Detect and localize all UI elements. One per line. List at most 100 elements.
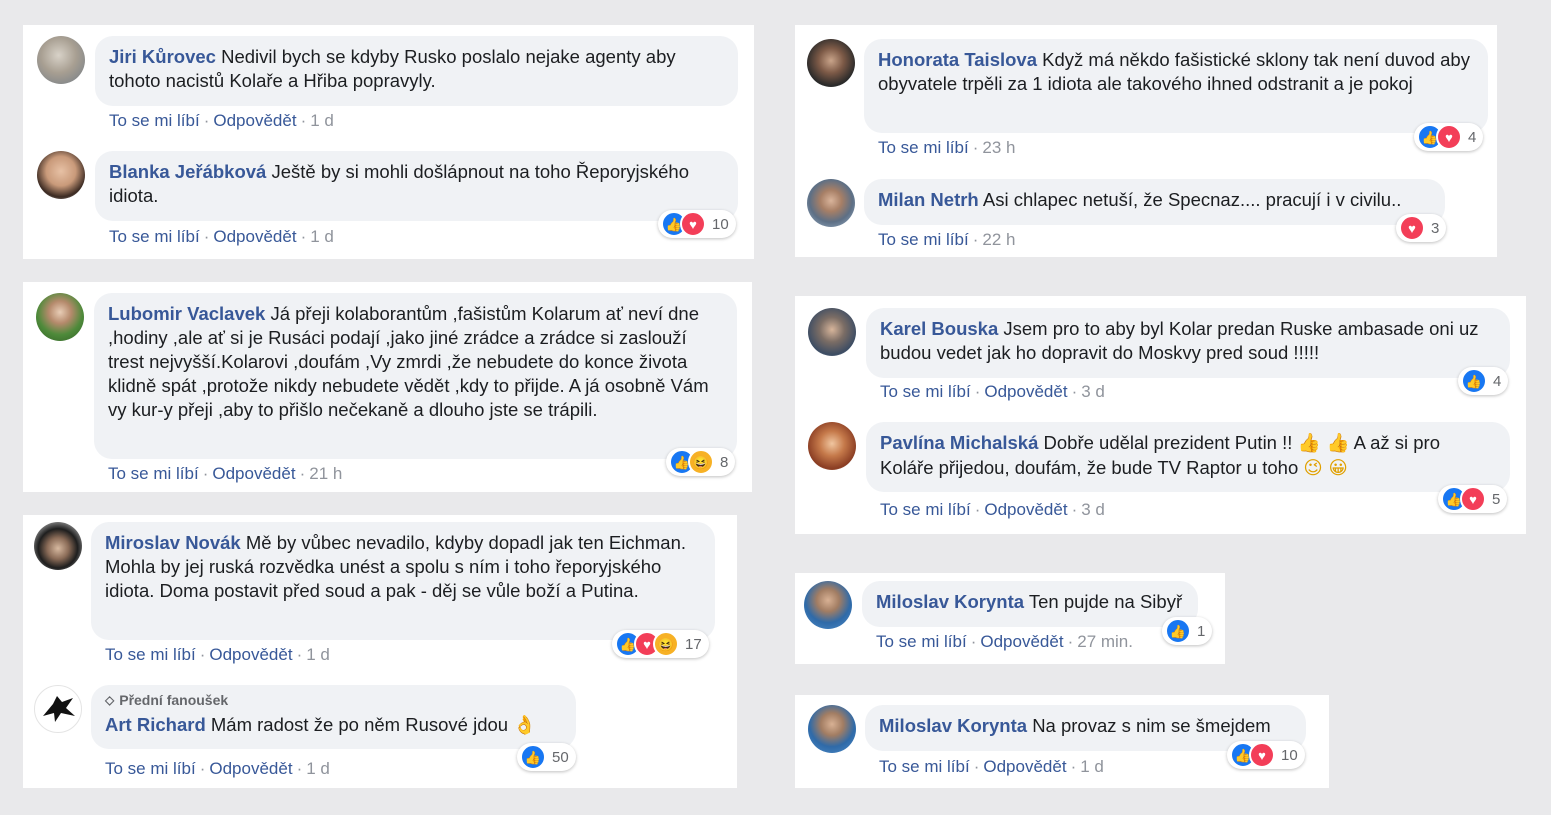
avatar[interactable] bbox=[36, 293, 84, 341]
separator: · bbox=[300, 111, 307, 130]
like-link[interactable]: To se mi líbí bbox=[879, 757, 970, 776]
separator: · bbox=[299, 464, 306, 483]
avatar[interactable] bbox=[37, 36, 85, 84]
haha-reaction-icon: 😆 bbox=[653, 631, 679, 657]
avatar[interactable] bbox=[807, 179, 855, 227]
avatar[interactable] bbox=[807, 39, 855, 87]
separator: · bbox=[199, 759, 206, 778]
love-reaction-icon: ♥ bbox=[1436, 124, 1462, 150]
comment-author[interactable]: Art Richard bbox=[105, 714, 206, 735]
reaction-count: 17 bbox=[685, 635, 702, 653]
comment-actions: To se mi líbí · Odpovědět · 27 min. bbox=[876, 632, 1133, 652]
avatar[interactable] bbox=[804, 581, 852, 629]
comment-time[interactable]: 3 d bbox=[1081, 382, 1105, 401]
comment-author[interactable]: Honorata Taislova bbox=[878, 49, 1037, 70]
comment-author[interactable]: Miloslav Korynta bbox=[876, 591, 1024, 612]
reply-link[interactable]: Odpovědět bbox=[984, 382, 1067, 401]
reply-link[interactable]: Odpovědět bbox=[213, 111, 296, 130]
reaction-summary[interactable]: 👍 ♥ 😆 17 bbox=[612, 630, 709, 658]
comment-actions: To se mi líbí · Odpovědět · 1 d bbox=[105, 759, 330, 779]
reaction-summary[interactable]: 👍 ♥ 5 bbox=[1438, 485, 1508, 513]
comment-card: Miroslav Novák Mě by vůbec nevadilo, kdy… bbox=[23, 515, 737, 788]
reaction-count: 1 bbox=[1197, 622, 1206, 640]
comment-time[interactable]: 22 h bbox=[982, 230, 1015, 249]
comment-author[interactable]: Miroslav Novák bbox=[105, 532, 241, 553]
comment-time[interactable]: 3 d bbox=[1081, 500, 1105, 519]
like-link[interactable]: To se mi líbí bbox=[108, 464, 199, 483]
reply-link[interactable]: Odpovědět bbox=[209, 759, 292, 778]
reaction-count: 4 bbox=[1493, 372, 1502, 390]
reply-link[interactable]: Odpovědět bbox=[212, 464, 295, 483]
comment-bubble: Blanka Jeřábková Ještě by si mohli došlá… bbox=[95, 151, 738, 221]
comment-actions: To se mi líbí · Odpovědět · 1 d bbox=[109, 227, 334, 247]
reaction-count: 3 bbox=[1431, 219, 1440, 237]
reply-link[interactable]: Odpovědět bbox=[983, 757, 1066, 776]
comment-actions: To se mi líbí · Odpovědět · 1 d bbox=[879, 757, 1104, 777]
comment-bubble: Milan Netrh Asi chlapec netuší, že Specn… bbox=[864, 179, 1445, 225]
reaction-summary[interactable]: 👍 ♥ 4 bbox=[1414, 123, 1484, 151]
avatar[interactable] bbox=[808, 308, 856, 356]
comment-author[interactable]: Jiri Kůrovec bbox=[109, 46, 216, 67]
separator: · bbox=[203, 111, 210, 130]
avatar[interactable] bbox=[808, 705, 856, 753]
reaction-count: 8 bbox=[720, 453, 729, 471]
comment-actions: To se mi líbí · Odpovědět · 1 d bbox=[109, 111, 334, 131]
reply-link[interactable]: Odpovědět bbox=[980, 632, 1063, 651]
like-link[interactable]: To se mi líbí bbox=[878, 230, 969, 249]
comment-time[interactable]: 1 d bbox=[1080, 757, 1104, 776]
comment-author[interactable]: Karel Bouska bbox=[880, 318, 998, 339]
reaction-summary[interactable]: 👍 50 bbox=[517, 743, 576, 771]
like-link[interactable]: To se mi líbí bbox=[109, 227, 200, 246]
avatar[interactable] bbox=[34, 522, 82, 570]
comment-author[interactable]: Blanka Jeřábková bbox=[109, 161, 266, 182]
like-link[interactable]: To se mi líbí bbox=[105, 645, 196, 664]
reply-link[interactable]: Odpovědět bbox=[984, 500, 1067, 519]
comment-author[interactable]: Lubomir Vaclavek bbox=[108, 303, 265, 324]
separator: · bbox=[202, 464, 209, 483]
comment-card: Jiri Kůrovec Nedivil bych se kdyby Rusko… bbox=[23, 25, 754, 259]
reaction-summary[interactable]: 👍 4 bbox=[1458, 367, 1509, 395]
comment-time[interactable]: 1 d bbox=[306, 759, 330, 778]
comment-time[interactable]: 21 h bbox=[309, 464, 342, 483]
comment-text: Asi chlapec netuší, že Specnaz.... pracu… bbox=[982, 189, 1402, 210]
comment-card: Lubomir Vaclavek Já přeji kolaborantům ,… bbox=[23, 282, 752, 492]
comment-time[interactable]: 23 h bbox=[982, 138, 1015, 157]
separator: · bbox=[972, 138, 979, 157]
love-reaction-icon: ♥ bbox=[680, 211, 706, 237]
reaction-summary[interactable]: 👍 😆 8 bbox=[666, 448, 736, 476]
raven-logo-icon bbox=[43, 696, 75, 722]
reaction-summary[interactable]: 👍 ♥ 10 bbox=[658, 210, 736, 238]
comment-time[interactable]: 27 min. bbox=[1077, 632, 1133, 651]
avatar[interactable] bbox=[808, 422, 856, 470]
separator: · bbox=[1070, 757, 1077, 776]
like-link[interactable]: To se mi líbí bbox=[109, 111, 200, 130]
reaction-summary[interactable]: ♥ 3 bbox=[1396, 214, 1447, 242]
diamond-icon: ◇ bbox=[105, 693, 115, 707]
love-reaction-icon: ♥ bbox=[1249, 742, 1275, 768]
separator: · bbox=[972, 230, 979, 249]
comment-card: Karel Bouska Jsem pro to aby byl Kolar p… bbox=[795, 296, 1526, 534]
like-reaction-icon: 👍 bbox=[1461, 368, 1487, 394]
like-link[interactable]: To se mi líbí bbox=[878, 138, 969, 157]
comment-author[interactable]: Miloslav Korynta bbox=[879, 715, 1027, 736]
avatar[interactable] bbox=[34, 685, 82, 733]
comment-bubble: Lubomir Vaclavek Já přeji kolaborantům ,… bbox=[94, 293, 737, 459]
reply-link[interactable]: Odpovědět bbox=[209, 645, 292, 664]
comment-author[interactable]: Milan Netrh bbox=[878, 189, 979, 210]
comment-actions: To se mi líbí · Odpovědět · 1 d bbox=[105, 645, 330, 665]
avatar[interactable] bbox=[37, 151, 85, 199]
reply-link[interactable]: Odpovědět bbox=[213, 227, 296, 246]
like-link[interactable]: To se mi líbí bbox=[880, 500, 971, 519]
like-link[interactable]: To se mi líbí bbox=[876, 632, 967, 651]
reaction-summary[interactable]: 👍 ♥ 10 bbox=[1227, 741, 1305, 769]
separator: · bbox=[296, 645, 303, 664]
like-link[interactable]: To se mi líbí bbox=[880, 382, 971, 401]
like-link[interactable]: To se mi líbí bbox=[105, 759, 196, 778]
comment-card: Miloslav Korynta Na provaz s nim se šmej… bbox=[795, 695, 1329, 788]
comment-time[interactable]: 1 d bbox=[306, 645, 330, 664]
comment-time[interactable]: 1 d bbox=[310, 111, 334, 130]
reaction-summary[interactable]: 👍 1 bbox=[1162, 617, 1213, 645]
separator: · bbox=[1071, 500, 1078, 519]
comment-time[interactable]: 1 d bbox=[310, 227, 334, 246]
comment-author[interactable]: Pavlína Michalská bbox=[880, 432, 1038, 453]
